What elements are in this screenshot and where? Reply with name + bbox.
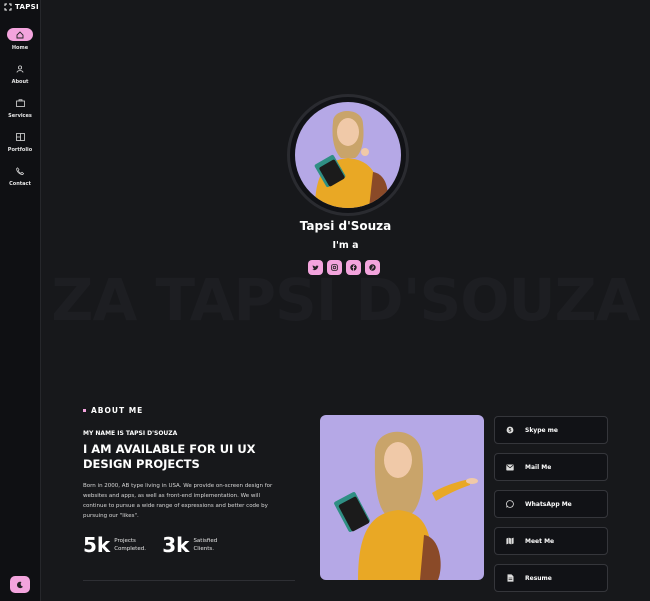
nav-label-home: Home	[11, 45, 29, 51]
nav-item-contact[interactable]: Contact	[0, 164, 40, 187]
background-name-text: ZA TAPSI D'SOUZA	[51, 271, 640, 329]
whatsapp-me-button[interactable]: WhatsApp Me	[494, 490, 608, 518]
moon-icon	[17, 581, 23, 588]
stat-value: 3k	[162, 533, 190, 557]
about-my-name: MY NAME IS TAPSI D'SOUZA	[83, 430, 178, 437]
briefcase-icon	[7, 96, 33, 109]
resume-button[interactable]: Resume	[494, 564, 608, 592]
whatsapp-icon	[505, 499, 515, 509]
hero-name: Tapsi d'Souza	[299, 219, 392, 233]
contact-label: Meet Me	[525, 537, 555, 545]
map-icon	[505, 536, 515, 546]
stat-label: Projects Completed.	[114, 538, 146, 552]
main-content: ZA TAPSI D'SOUZA Tapsi d'Souza I'm a ABO…	[41, 0, 650, 601]
mail-icon	[505, 462, 515, 472]
skype-icon: S	[505, 425, 515, 435]
hero-intro: I'm a	[332, 240, 359, 251]
contact-label: Skype me	[525, 426, 558, 434]
about-bio: Born in 2000, AB type living in USA. We …	[83, 483, 273, 519]
contact-buttons: S Skype me Mail Me WhatsApp Me Meet Me R…	[494, 416, 608, 601]
logo[interactable]: TAPSI	[4, 3, 39, 11]
about-photo	[320, 415, 484, 580]
nav-label-about: About	[11, 79, 29, 85]
profile-avatar	[295, 102, 401, 208]
logo-icon	[4, 3, 12, 11]
document-icon	[505, 573, 515, 583]
profile-avatar-frame	[287, 94, 409, 216]
nav-label-contact: Contact	[9, 181, 31, 187]
brand-name: TAPSI	[15, 3, 39, 11]
contact-label: WhatsApp Me	[525, 500, 572, 508]
meet-me-button[interactable]: Meet Me	[494, 527, 608, 555]
facebook-icon[interactable]	[346, 260, 361, 275]
accent-dot	[83, 409, 86, 412]
mail-me-button[interactable]: Mail Me	[494, 453, 608, 481]
nav-label-services: Services	[8, 113, 32, 119]
stats: 5k Projects Completed. 3k Satisfied Clie…	[83, 533, 231, 557]
stat-label: Satisfied Clients.	[193, 538, 218, 552]
nav-item-home[interactable]: Home	[0, 28, 40, 51]
about-label-text: ABOUT ME	[91, 406, 144, 415]
stat-value: 5k	[83, 533, 111, 557]
pinterest-icon[interactable]	[365, 260, 380, 275]
home-icon	[7, 28, 33, 41]
instagram-icon[interactable]	[327, 260, 342, 275]
phone-icon	[7, 164, 33, 177]
nav-item-portfolio[interactable]: Portfolio	[0, 130, 40, 153]
svg-text:S: S	[508, 428, 511, 434]
twitter-icon[interactable]	[308, 260, 323, 275]
nav-label-portfolio: Portfolio	[7, 147, 33, 153]
stat-clients: 3k Satisfied Clients.	[162, 533, 231, 557]
divider	[83, 580, 295, 581]
nav-item-services[interactable]: Services	[0, 96, 40, 119]
about-section-label: ABOUT ME	[83, 406, 143, 415]
social-links	[308, 260, 380, 275]
contact-label: Resume	[525, 574, 552, 582]
user-icon	[7, 62, 33, 75]
contact-label: Mail Me	[525, 463, 552, 471]
sidebar: TAPSI Home About Services Portfolio Cont…	[0, 0, 41, 601]
portfolio-icon	[7, 130, 33, 143]
stat-projects: 5k Projects Completed.	[83, 533, 152, 557]
skype-me-button[interactable]: S Skype me	[494, 416, 608, 444]
theme-toggle-button[interactable]	[10, 576, 30, 593]
nav-item-about[interactable]: About	[0, 62, 40, 85]
about-headline: I AM AVAILABLE FOR UI UX DESIGN PROJECTS	[83, 442, 256, 471]
